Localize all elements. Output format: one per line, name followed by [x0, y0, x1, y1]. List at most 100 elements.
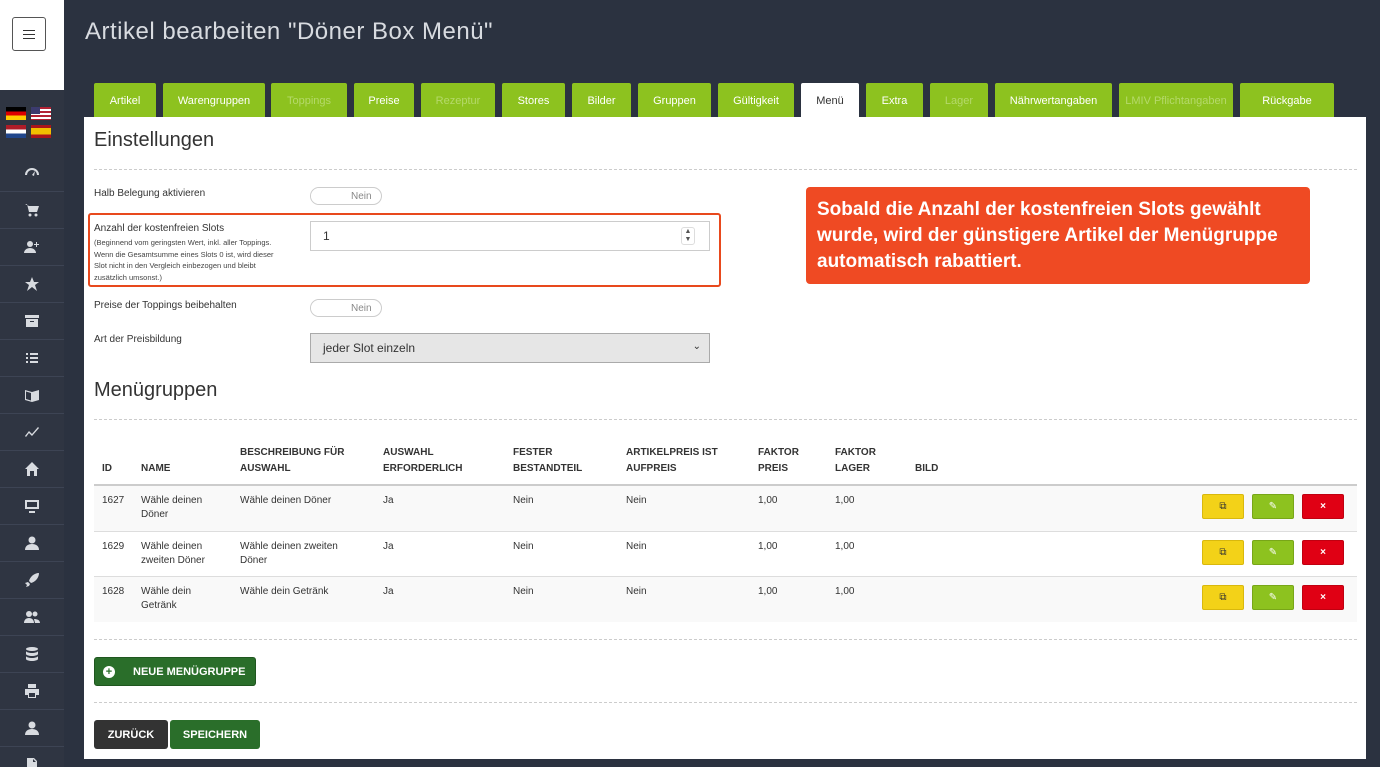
flag-us-icon[interactable]: [31, 107, 51, 120]
edit-button[interactable]: ✎: [1252, 540, 1294, 565]
col-header-factor-stock-line1: FAKTOR: [835, 447, 876, 458]
tab-gruppen[interactable]: Gruppen: [638, 83, 711, 118]
cell-description: Wähle deinen zweiten Döner: [240, 540, 338, 568]
flag-nl-icon[interactable]: [6, 125, 26, 138]
cell-name-line2: zweiten Döner: [141, 555, 205, 566]
cell-surcharge: Nein: [626, 541, 647, 552]
col-header-factor-stock-line2: LAGER: [835, 463, 870, 474]
users-icon[interactable]: [0, 599, 64, 636]
keep-topping-prices-toggle[interactable]: Nein: [310, 299, 382, 317]
tab-extra[interactable]: Extra: [866, 83, 923, 118]
free-slots-input[interactable]: 1 ▲ ▼: [310, 221, 710, 251]
cell-surcharge: Nein: [626, 586, 647, 597]
list-icon[interactable]: [0, 340, 64, 377]
free-slots-label: Anzahl der kostenfreien Slots: [94, 223, 225, 234]
file-icon[interactable]: [0, 747, 64, 767]
col-header-factor-price-line2: PREIS: [758, 463, 789, 474]
cell-factor-price: 1,00: [758, 495, 778, 506]
delete-button[interactable]: ×: [1302, 585, 1344, 610]
settings-title: Einstellungen: [94, 129, 215, 151]
table-row: [94, 486, 1357, 531]
tab-toppings[interactable]: Toppings: [271, 83, 347, 118]
edit-button[interactable]: ✎: [1252, 494, 1294, 519]
flag-es-icon[interactable]: [31, 125, 51, 138]
new-menugroup-button[interactable]: + Neue Menügruppe: [94, 657, 256, 686]
delete-button[interactable]: ×: [1302, 540, 1344, 565]
flag-de-icon[interactable]: [6, 107, 26, 120]
cell-factor-price: 1,00: [758, 541, 778, 552]
cell-required: Ja: [383, 495, 394, 506]
monitor-icon[interactable]: [0, 488, 64, 525]
cell-name-line2: Döner: [141, 509, 169, 520]
copy-button[interactable]: ⧉: [1202, 585, 1244, 610]
cell-required: Ja: [383, 541, 394, 552]
table-row: [94, 577, 1357, 622]
cell-name-line1: Wähle deinen: [141, 495, 203, 506]
row-divider: [94, 531, 1357, 532]
cell-name: Wähle deinen zweiten Döner: [141, 540, 205, 568]
tab-stores[interactable]: Stores: [502, 83, 565, 118]
cell-name-line2: Getränk: [141, 600, 177, 611]
rocket-icon[interactable]: [0, 562, 64, 599]
cell-surcharge: Nein: [626, 495, 647, 506]
toggle-value: Nein: [351, 302, 372, 314]
col-header-desc-line1: BESCHREIBUNG FÜR: [240, 447, 345, 458]
sidebar: [0, 0, 64, 767]
cell-factor-stock: 1,00: [835, 541, 855, 552]
cart-icon[interactable]: [0, 192, 64, 229]
menugroups-title: Menügruppen: [94, 379, 218, 401]
cell-factor-stock: 1,00: [835, 495, 855, 506]
col-header-id: ID: [102, 463, 112, 474]
toggle-knob: [311, 300, 347, 316]
tab-rueckgabe[interactable]: Rückgabe: [1240, 83, 1334, 118]
user-icon[interactable]: [0, 710, 64, 747]
dashboard-icon[interactable]: [0, 155, 64, 192]
tab-lmiv-pflichtangaben[interactable]: LMIV Pflichtangaben: [1119, 83, 1233, 118]
delete-button[interactable]: ×: [1302, 494, 1344, 519]
tab-menu[interactable]: Menü: [801, 83, 859, 118]
tab-artikel[interactable]: Artikel: [94, 83, 156, 118]
chart-icon[interactable]: [0, 414, 64, 451]
add-user-icon[interactable]: [0, 229, 64, 266]
cell-factor-stock: 1,00: [835, 586, 855, 597]
close-icon: ×: [1320, 501, 1326, 512]
cell-fixed: Nein: [513, 586, 534, 597]
copy-button[interactable]: ⧉: [1202, 540, 1244, 565]
pencil-icon: ✎: [1268, 547, 1278, 558]
hamburger-menu-button[interactable]: [12, 17, 46, 51]
copy-button[interactable]: ⧉: [1202, 494, 1244, 519]
plus-circle-icon: +: [103, 665, 115, 678]
tab-warengruppen[interactable]: Warengruppen: [163, 83, 265, 118]
user-icon[interactable]: [0, 525, 64, 562]
save-button[interactable]: Speichern: [170, 720, 260, 749]
database-icon[interactable]: [0, 636, 64, 673]
half-assignment-toggle[interactable]: Nein: [310, 187, 382, 205]
tab-naehrwertangaben[interactable]: Nährwertangaben: [995, 83, 1112, 118]
tab-bilder[interactable]: Bilder: [572, 83, 631, 118]
cell-id: 1628: [102, 586, 125, 597]
archive-icon[interactable]: [0, 303, 64, 340]
sidebar-nav: [0, 155, 64, 767]
col-header-surcharge-line1: ARTIKELPREIS IST: [626, 447, 718, 458]
divider: [94, 169, 1357, 170]
star-icon[interactable]: [0, 266, 64, 303]
tab-preise[interactable]: Preise: [354, 83, 414, 118]
edit-button[interactable]: ✎: [1252, 585, 1294, 610]
cell-description-line1: Wähle deinen zweiten: [240, 541, 338, 552]
book-icon[interactable]: [0, 377, 64, 414]
tab-lager[interactable]: Lager: [930, 83, 988, 118]
cell-name: Wähle dein Getränk: [141, 585, 191, 613]
print-icon[interactable]: [0, 673, 64, 710]
tab-gueltigkeit[interactable]: Gültigkeit: [718, 83, 794, 118]
half-assignment-label: Halb Belegung aktivieren: [94, 188, 206, 199]
col-header-image: BILD: [915, 463, 939, 474]
back-button[interactable]: Zurück: [94, 720, 168, 749]
col-header-fixed-line2: BESTANDTEIL: [513, 463, 583, 474]
pencil-icon: ✎: [1268, 592, 1278, 603]
tab-rezeptur[interactable]: Rezeptur: [421, 83, 495, 118]
pricing-type-select[interactable]: jeder Slot einzeln ⌄: [310, 333, 710, 363]
home-icon[interactable]: [0, 451, 64, 488]
divider: [94, 639, 1357, 640]
number-spinner-icon[interactable]: ▲ ▼: [681, 227, 695, 245]
col-header-name: NAME: [141, 463, 171, 474]
